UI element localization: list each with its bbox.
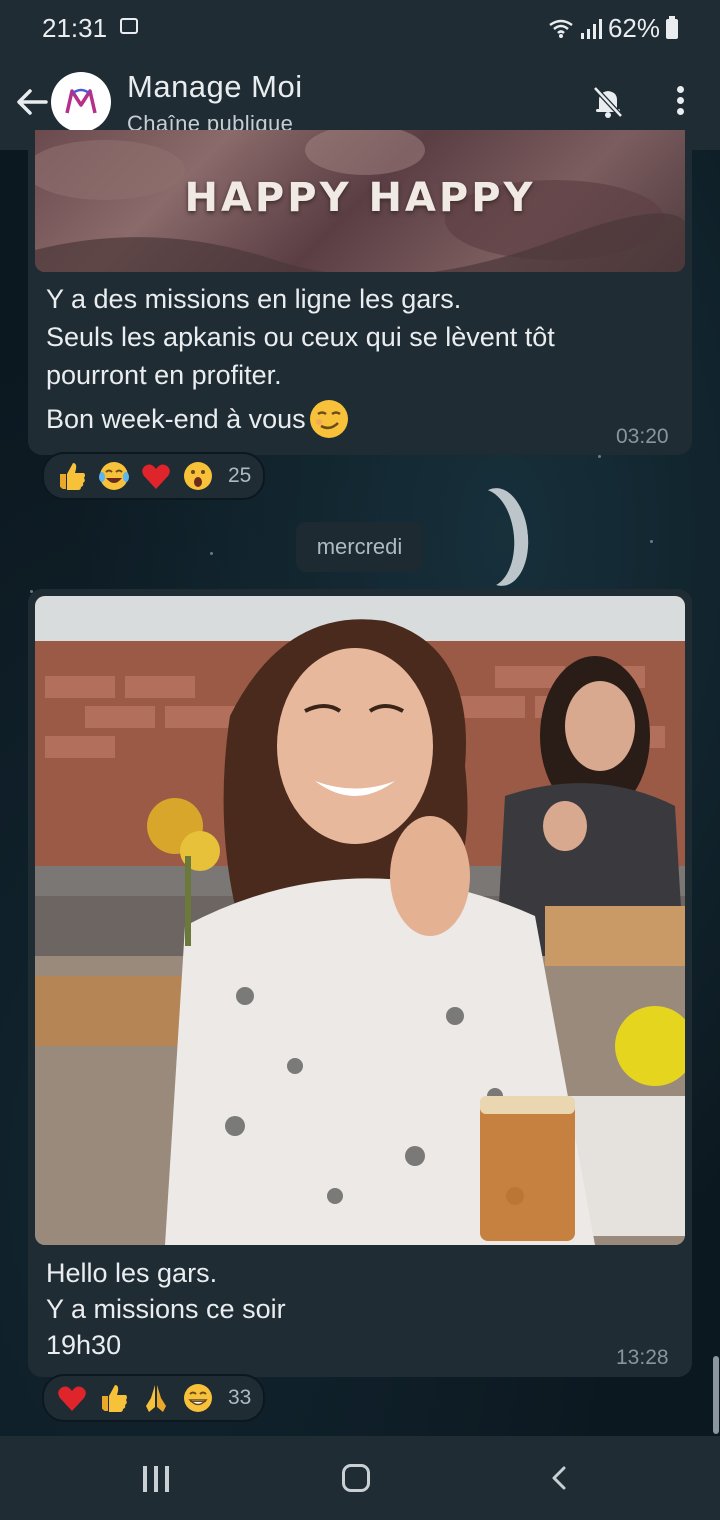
status-time: 21:31: [42, 13, 108, 43]
message-line: Seuls les apkanis ou ceux qui se lèvent …: [46, 322, 555, 352]
signal-icon: [580, 18, 602, 39]
reactions-bar[interactable]: 25: [42, 452, 266, 500]
battery-icon: [666, 15, 678, 39]
folded-hands-icon: [146, 1385, 166, 1412]
reaction-count: 25: [228, 464, 252, 487]
message-line: Bon week-end à vous: [46, 404, 306, 434]
restaurant-scene-image: [35, 596, 685, 1245]
message-line: 19h30: [46, 1330, 122, 1360]
channel-logo-icon: [65, 88, 97, 114]
red-heart-icon: [58, 1386, 86, 1411]
status-bar: 21:31 62%: [0, 0, 720, 56]
gif-caption: HAPPY HAPPY: [184, 175, 536, 221]
message-line: Y a des missions en ligne les gars.: [46, 284, 462, 314]
grinning-emoji-icon: [184, 1384, 212, 1412]
nav-back-icon[interactable]: [548, 1466, 572, 1490]
message-time: 13:28: [616, 1346, 669, 1369]
scrollbar-thumb[interactable]: [713, 1356, 719, 1434]
message-line: pourront en profiter.: [46, 360, 282, 390]
message-text: Y a des missions en ligne les gars. Seul…: [46, 280, 555, 440]
message-time: 03:20: [616, 425, 669, 448]
battery-percent: 62%: [607, 13, 660, 43]
message-bubble[interactable]: Hello les gars. Y a missions ce soir 19h…: [28, 589, 692, 1377]
back-arrow-icon[interactable]: [12, 82, 52, 122]
date-separator: mercredi: [296, 522, 423, 572]
gallery-notification-icon: [120, 18, 138, 34]
red-heart-icon: [142, 464, 170, 489]
message-line: Hello les gars.: [46, 1258, 218, 1288]
message-text: Hello les gars. Y a missions ce soir 19h…: [46, 1255, 286, 1363]
thumbs-up-icon: [102, 1385, 127, 1412]
reactions-bar[interactable]: 33: [42, 1374, 266, 1422]
recent-apps-button[interactable]: [143, 1466, 173, 1492]
message-line: Y a missions ce soir: [46, 1294, 286, 1324]
wifi-icon: [549, 19, 573, 38]
thumbs-up-icon: [60, 463, 85, 490]
system-nav-bar: [0, 1436, 720, 1520]
muted-bell-icon[interactable]: [590, 84, 626, 120]
open-mouth-emoji-icon: [184, 462, 212, 490]
smirk-emoji-icon: [309, 400, 348, 438]
channel-title[interactable]: Manage Moi: [127, 69, 303, 105]
status-indicators: 62%: [548, 13, 678, 44]
message-gif[interactable]: [35, 596, 685, 1245]
more-options-icon[interactable]: [668, 86, 692, 122]
joy-emoji-icon: [99, 462, 129, 490]
channel-avatar[interactable]: [51, 72, 111, 132]
message-bubble[interactable]: HAPPY HAPPY Y a des missions en ligne le…: [28, 130, 692, 455]
reaction-count: 33: [228, 1386, 252, 1409]
message-gif[interactable]: HAPPY HAPPY: [35, 130, 685, 272]
home-button[interactable]: [342, 1464, 370, 1492]
